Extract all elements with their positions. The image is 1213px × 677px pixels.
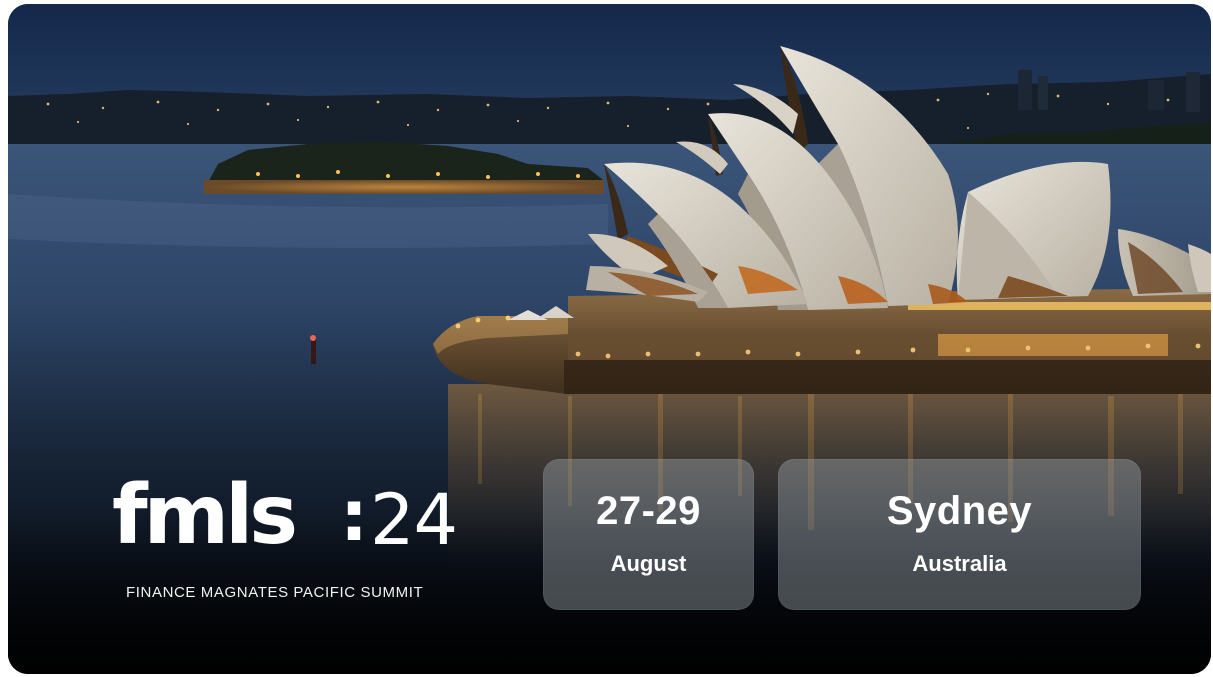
- logo-tagline: FINANCE MAGNATES PACIFIC SUMMIT: [126, 584, 424, 601]
- logo-year: 24: [370, 479, 458, 561]
- fmls24-logo: fmls : 24: [112, 466, 472, 566]
- event-month: August: [610, 551, 687, 576]
- event-country: Australia: [912, 551, 1007, 576]
- event-date-box: 27-29 August: [543, 459, 754, 610]
- event-date-range: 27-29: [596, 489, 701, 533]
- event-city: Sydney: [886, 489, 1033, 533]
- logo-wordmark: fmls: [112, 468, 298, 563]
- logo-separator: :: [340, 475, 368, 557]
- event-banner-card[interactable]: fmls : 24 FINANCE MAGNATES PACIFIC SUMMI…: [8, 4, 1211, 674]
- event-location-box: Sydney Australia: [778, 459, 1141, 610]
